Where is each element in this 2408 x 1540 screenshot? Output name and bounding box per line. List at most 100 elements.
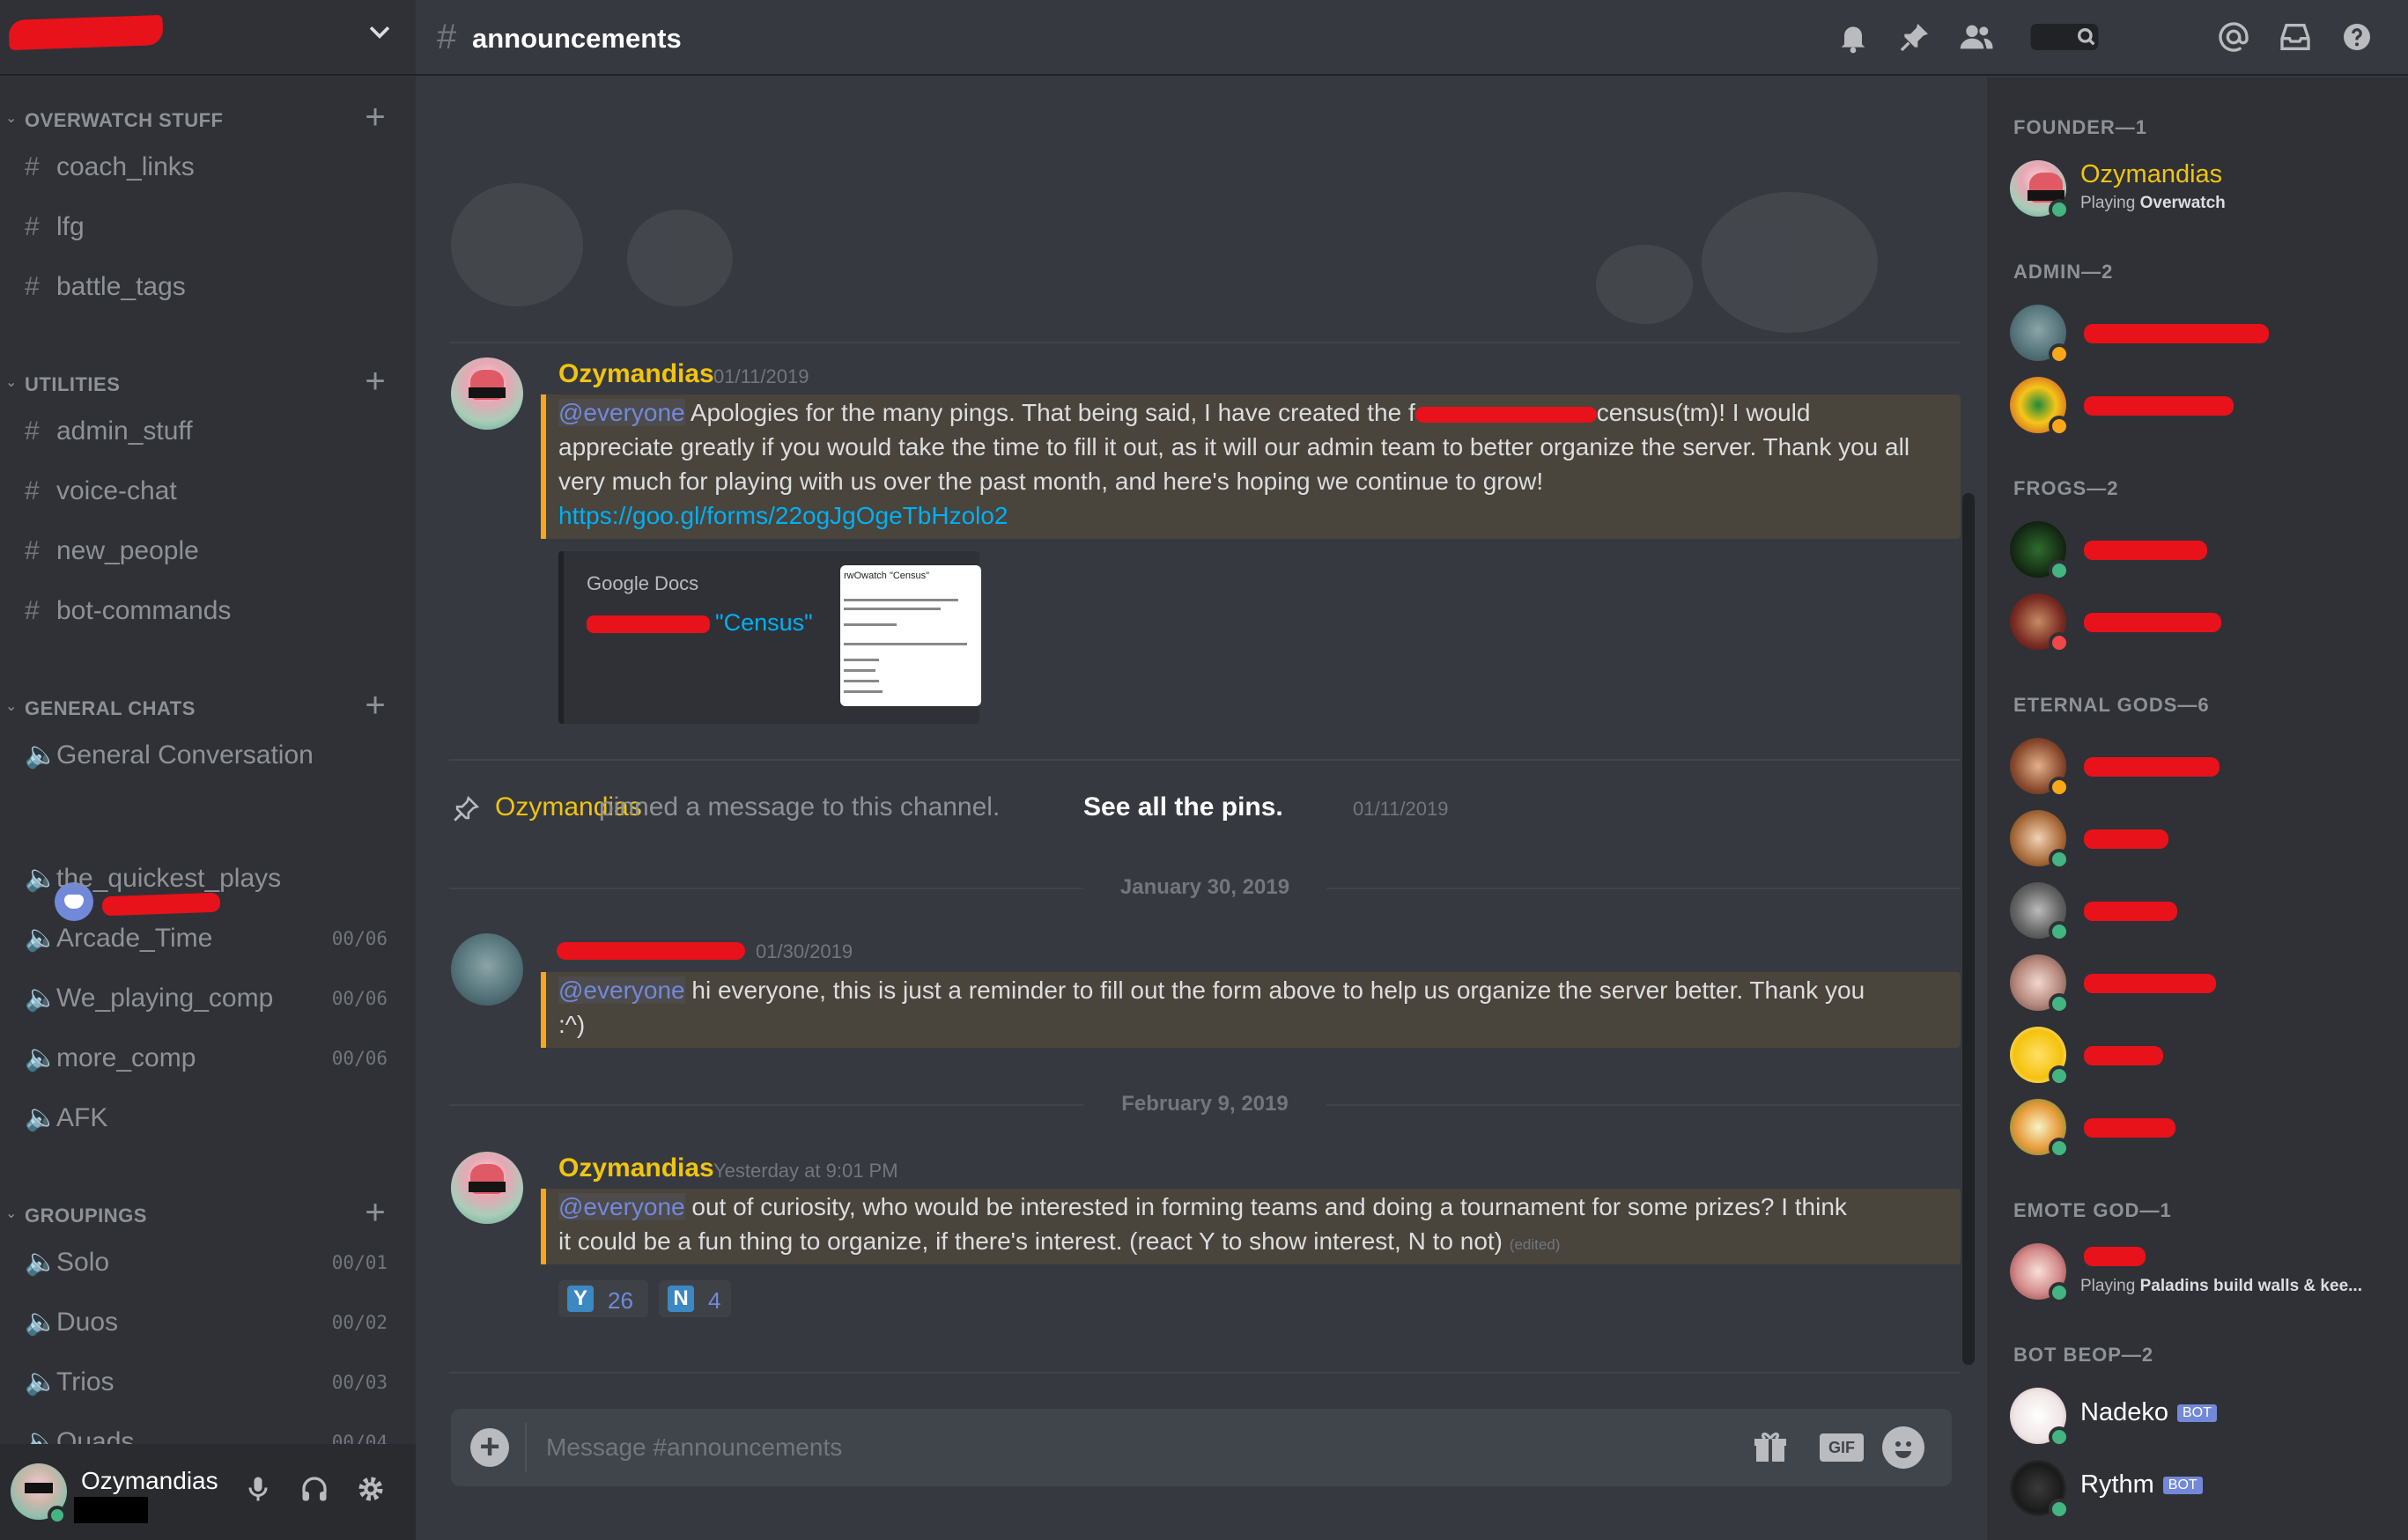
- create-channel-icon[interactable]: +: [358, 99, 393, 136]
- role-header: FROGS—2: [2013, 477, 2119, 499]
- message-text: :^): [558, 1011, 586, 1038]
- emoji-picker-icon[interactable]: [1882, 1426, 1924, 1469]
- member-list: FOUNDER—1 Ozymandias Playing Overwatch A…: [1987, 77, 2408, 1540]
- member-name-redacted: [2084, 829, 2168, 849]
- everyone-mention[interactable]: @everyone: [558, 976, 685, 1004]
- channel-new-people[interactable]: # new_people: [19, 527, 389, 576]
- embed-title-link[interactable]: "Census": [587, 609, 813, 637]
- chevron-down-icon[interactable]: [365, 18, 395, 53]
- message-timestamp: 01/11/2019: [713, 365, 809, 387]
- create-channel-icon[interactable]: +: [358, 688, 393, 724]
- text-channel-icon: #: [25, 152, 40, 181]
- search-bar[interactable]: [2017, 16, 2114, 58]
- voice-channel-general-conversation[interactable]: 🔈 General Conversation: [19, 731, 389, 780]
- voice-channel-afk[interactable]: 🔈 AFK: [19, 1094, 389, 1143]
- text-channel-icon: #: [25, 212, 40, 241]
- voice-channel-we-playing-comp[interactable]: 🔈 We_playing_comp 00/06: [19, 974, 389, 1023]
- message-input[interactable]: [546, 1428, 1744, 1467]
- caret-down-icon: ⌄: [5, 1206, 18, 1221]
- reaction-n[interactable]: N 4: [659, 1280, 731, 1317]
- category-utilities[interactable]: ⌄ UTILITIES +: [5, 364, 402, 400]
- mentions-icon[interactable]: [2212, 16, 2255, 58]
- member-admin-2[interactable]: [2010, 372, 2397, 438]
- member-emote-god[interactable]: Playing Paladins build walls & kee...: [2010, 1238, 2397, 1305]
- speaker-icon: 🔈: [25, 1103, 58, 1132]
- reaction-y[interactable]: Y 26: [558, 1280, 648, 1317]
- embed-thumbnail[interactable]: rwOwatch "Census": [840, 565, 981, 706]
- everyone-mention[interactable]: @everyone: [558, 399, 685, 426]
- help-icon[interactable]: [2336, 16, 2378, 58]
- member-name-redacted: [2084, 541, 2207, 560]
- channel-admin-stuff[interactable]: # admin_stuff: [19, 407, 389, 456]
- member-name-redacted: [2084, 396, 2234, 416]
- section-divider: [449, 759, 1961, 761]
- pin-icon[interactable]: [1894, 16, 1936, 58]
- message-author[interactable]: Ozymandias: [558, 1153, 714, 1183]
- member-nadeko[interactable]: Nadeko BOT: [2010, 1382, 2397, 1449]
- voice-channel-quads[interactable]: 🔈 Quads 00/04: [19, 1418, 389, 1444]
- author-avatar[interactable]: [451, 1152, 523, 1224]
- everyone-mention[interactable]: @everyone: [558, 1193, 685, 1220]
- member-eternal-god-5[interactable]: [2010, 1021, 2397, 1088]
- gif-button[interactable]: GIF: [1820, 1433, 1864, 1462]
- channel-lfg[interactable]: # lfg: [19, 203, 389, 252]
- channel-name: the_quickest_plays: [56, 864, 282, 893]
- member-rythm[interactable]: Rythm BOT: [2010, 1455, 2397, 1522]
- text-channel-icon: #: [25, 596, 40, 625]
- server-name-redacted: [8, 14, 164, 51]
- see-all-pins-link[interactable]: See all the pins.: [1083, 792, 1283, 822]
- voice-channel-the-quickest-plays[interactable]: 🔈 the_quickest_plays: [19, 854, 389, 903]
- channel-voice-chat[interactable]: # voice-chat: [19, 467, 389, 516]
- category-overwatch-stuff[interactable]: ⌄ OVERWATCH STUFF +: [5, 99, 402, 136]
- channel-coach-links[interactable]: # coach_links: [19, 143, 389, 192]
- voice-channel-trios[interactable]: 🔈 Trios 00/03: [19, 1358, 389, 1407]
- author-avatar[interactable]: [451, 933, 523, 1006]
- speaker-icon: 🔈: [25, 924, 58, 953]
- message-author[interactable]: Ozymandias: [558, 359, 714, 389]
- voice-channel-duos[interactable]: 🔈 Duos 00/02: [19, 1298, 389, 1347]
- author-name-redacted[interactable]: [557, 942, 745, 960]
- inbox-icon[interactable]: [2274, 16, 2316, 58]
- caret-down-icon: ⌄: [5, 375, 18, 390]
- member-eternal-god-1[interactable]: [2010, 733, 2397, 799]
- member-ozymandias[interactable]: Ozymandias Playing Overwatch: [2010, 155, 2397, 222]
- member-eternal-god-4[interactable]: [2010, 949, 2397, 1016]
- channel-bot-commands[interactable]: # bot-commands: [19, 586, 389, 636]
- member-admin-1[interactable]: [2010, 299, 2397, 366]
- caret-down-icon: ⌄: [5, 111, 18, 126]
- message-link[interactable]: https://goo.gl/forms/22ogJgOgeTbHzolo2: [558, 499, 1008, 533]
- role-header: EMOTE GOD—1: [2013, 1199, 2172, 1221]
- gift-icon[interactable]: [1749, 1426, 1791, 1469]
- member-frog-1[interactable]: [2010, 516, 2397, 583]
- microphone-icon[interactable]: [236, 1467, 280, 1511]
- welcome-illustration: [451, 130, 1948, 333]
- members-icon[interactable]: [1955, 16, 1998, 58]
- member-eternal-god-3[interactable]: [2010, 877, 2397, 944]
- member-eternal-god-6[interactable]: [2010, 1094, 2397, 1161]
- date-label: February 9, 2019: [1121, 1092, 1289, 1116]
- text-redacted: [587, 615, 710, 633]
- upload-plus-icon[interactable]: +: [470, 1428, 509, 1467]
- embed-title: "Census": [715, 609, 813, 636]
- notification-bell-icon[interactable]: [1832, 16, 1874, 58]
- channel-battle-tags[interactable]: # battle_tags: [19, 262, 389, 312]
- member-name-redacted: [2084, 1247, 2146, 1266]
- author-avatar[interactable]: [451, 357, 523, 430]
- section-divider: [449, 1372, 1961, 1374]
- gear-icon[interactable]: [349, 1467, 393, 1511]
- category-label: GROUPINGS: [25, 1205, 147, 1227]
- server-header[interactable]: [0, 0, 416, 76]
- member-eternal-god-2[interactable]: [2010, 805, 2397, 872]
- headphones-icon[interactable]: [292, 1467, 336, 1511]
- category-groupings[interactable]: ⌄ GROUPINGS +: [5, 1195, 402, 1231]
- voice-channel-solo[interactable]: 🔈 Solo 00/01: [19, 1238, 389, 1287]
- online-status-indicator: [2049, 199, 2070, 220]
- voice-channel-more-comp[interactable]: 🔈 more_comp 00/06: [19, 1034, 389, 1083]
- category-general-chats[interactable]: ⌄ GENERAL CHATS +: [5, 688, 402, 724]
- create-channel-icon[interactable]: +: [358, 1195, 393, 1231]
- voice-channel-arcade-time[interactable]: 🔈 Arcade_Time 00/06: [19, 914, 389, 963]
- message-scrollbar[interactable]: [1962, 493, 1975, 1365]
- create-channel-icon[interactable]: +: [358, 364, 393, 400]
- member-frog-2[interactable]: [2010, 588, 2397, 655]
- speaker-icon: 🔈: [25, 864, 58, 893]
